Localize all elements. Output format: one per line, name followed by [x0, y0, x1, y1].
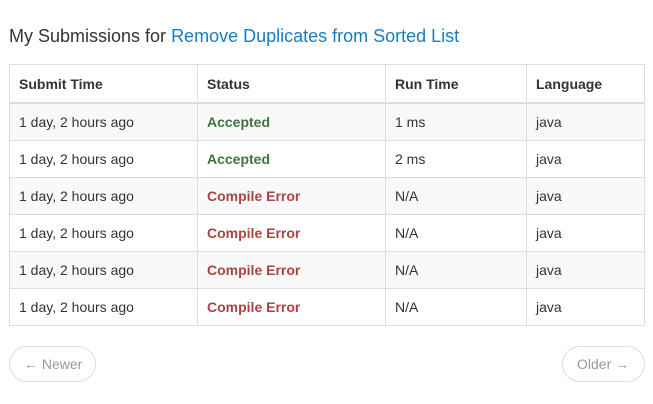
status-cell: Accepted — [197, 140, 386, 178]
column-header-run-time: Run Time — [385, 64, 527, 104]
table-row: 1 day, 2 hours ago Compile Error N/A jav… — [9, 288, 645, 326]
page-title-prefix: My Submissions for — [9, 26, 167, 46]
status-cell: Accepted — [197, 102, 386, 141]
table-row: 1 day, 2 hours ago Accepted 2 ms java — [9, 140, 645, 178]
newer-button[interactable]: ← Newer — [9, 346, 96, 382]
submit-time-cell: 1 day, 2 hours ago — [9, 288, 198, 326]
submit-time-cell: 1 day, 2 hours ago — [9, 140, 198, 178]
submit-time-cell: 1 day, 2 hours ago — [9, 102, 198, 141]
language-cell: java — [526, 251, 645, 289]
table-row: 1 day, 2 hours ago Compile Error N/A jav… — [9, 177, 645, 215]
run-time-cell: N/A — [385, 288, 527, 326]
column-header-submit-time: Submit Time — [9, 64, 198, 104]
submit-time-cell: 1 day, 2 hours ago — [9, 251, 198, 289]
status-link[interactable]: Compile Error — [207, 262, 300, 278]
status-cell: Compile Error — [197, 214, 386, 252]
column-header-status: Status — [197, 64, 386, 104]
status-cell: Compile Error — [197, 288, 386, 326]
run-time-cell: 2 ms — [385, 140, 527, 178]
language-cell: java — [526, 102, 645, 141]
language-cell: java — [526, 140, 645, 178]
status-cell: Compile Error — [197, 251, 386, 289]
table-row: 1 day, 2 hours ago Compile Error N/A jav… — [9, 251, 645, 289]
submit-time-cell: 1 day, 2 hours ago — [9, 177, 198, 215]
column-header-language: Language — [526, 64, 645, 104]
status-cell: Compile Error — [197, 177, 386, 215]
run-time-cell: 1 ms — [385, 102, 527, 141]
problem-title-link[interactable]: Remove Duplicates from Sorted List — [171, 26, 459, 46]
status-link[interactable]: Compile Error — [207, 188, 300, 204]
submissions-table: Submit Time Status Run Time Language 1 d… — [9, 64, 645, 326]
table-row: 1 day, 2 hours ago Compile Error N/A jav… — [9, 214, 645, 252]
language-cell: java — [526, 288, 645, 326]
submit-time-cell: 1 day, 2 hours ago — [9, 214, 198, 252]
language-cell: java — [526, 214, 645, 252]
older-button[interactable]: Older → — [562, 346, 645, 382]
page-title: My Submissions for Remove Duplicates fro… — [9, 24, 459, 48]
status-link[interactable]: Compile Error — [207, 299, 300, 315]
status-link[interactable]: Accepted — [207, 114, 270, 130]
table-row: 1 day, 2 hours ago Accepted 1 ms java — [9, 102, 645, 141]
language-cell: java — [526, 177, 645, 215]
run-time-cell: N/A — [385, 251, 527, 289]
table-header-row: Submit Time Status Run Time Language — [9, 64, 645, 104]
run-time-cell: N/A — [385, 214, 527, 252]
status-link[interactable]: Accepted — [207, 151, 270, 167]
status-link[interactable]: Compile Error — [207, 225, 300, 241]
run-time-cell: N/A — [385, 177, 527, 215]
